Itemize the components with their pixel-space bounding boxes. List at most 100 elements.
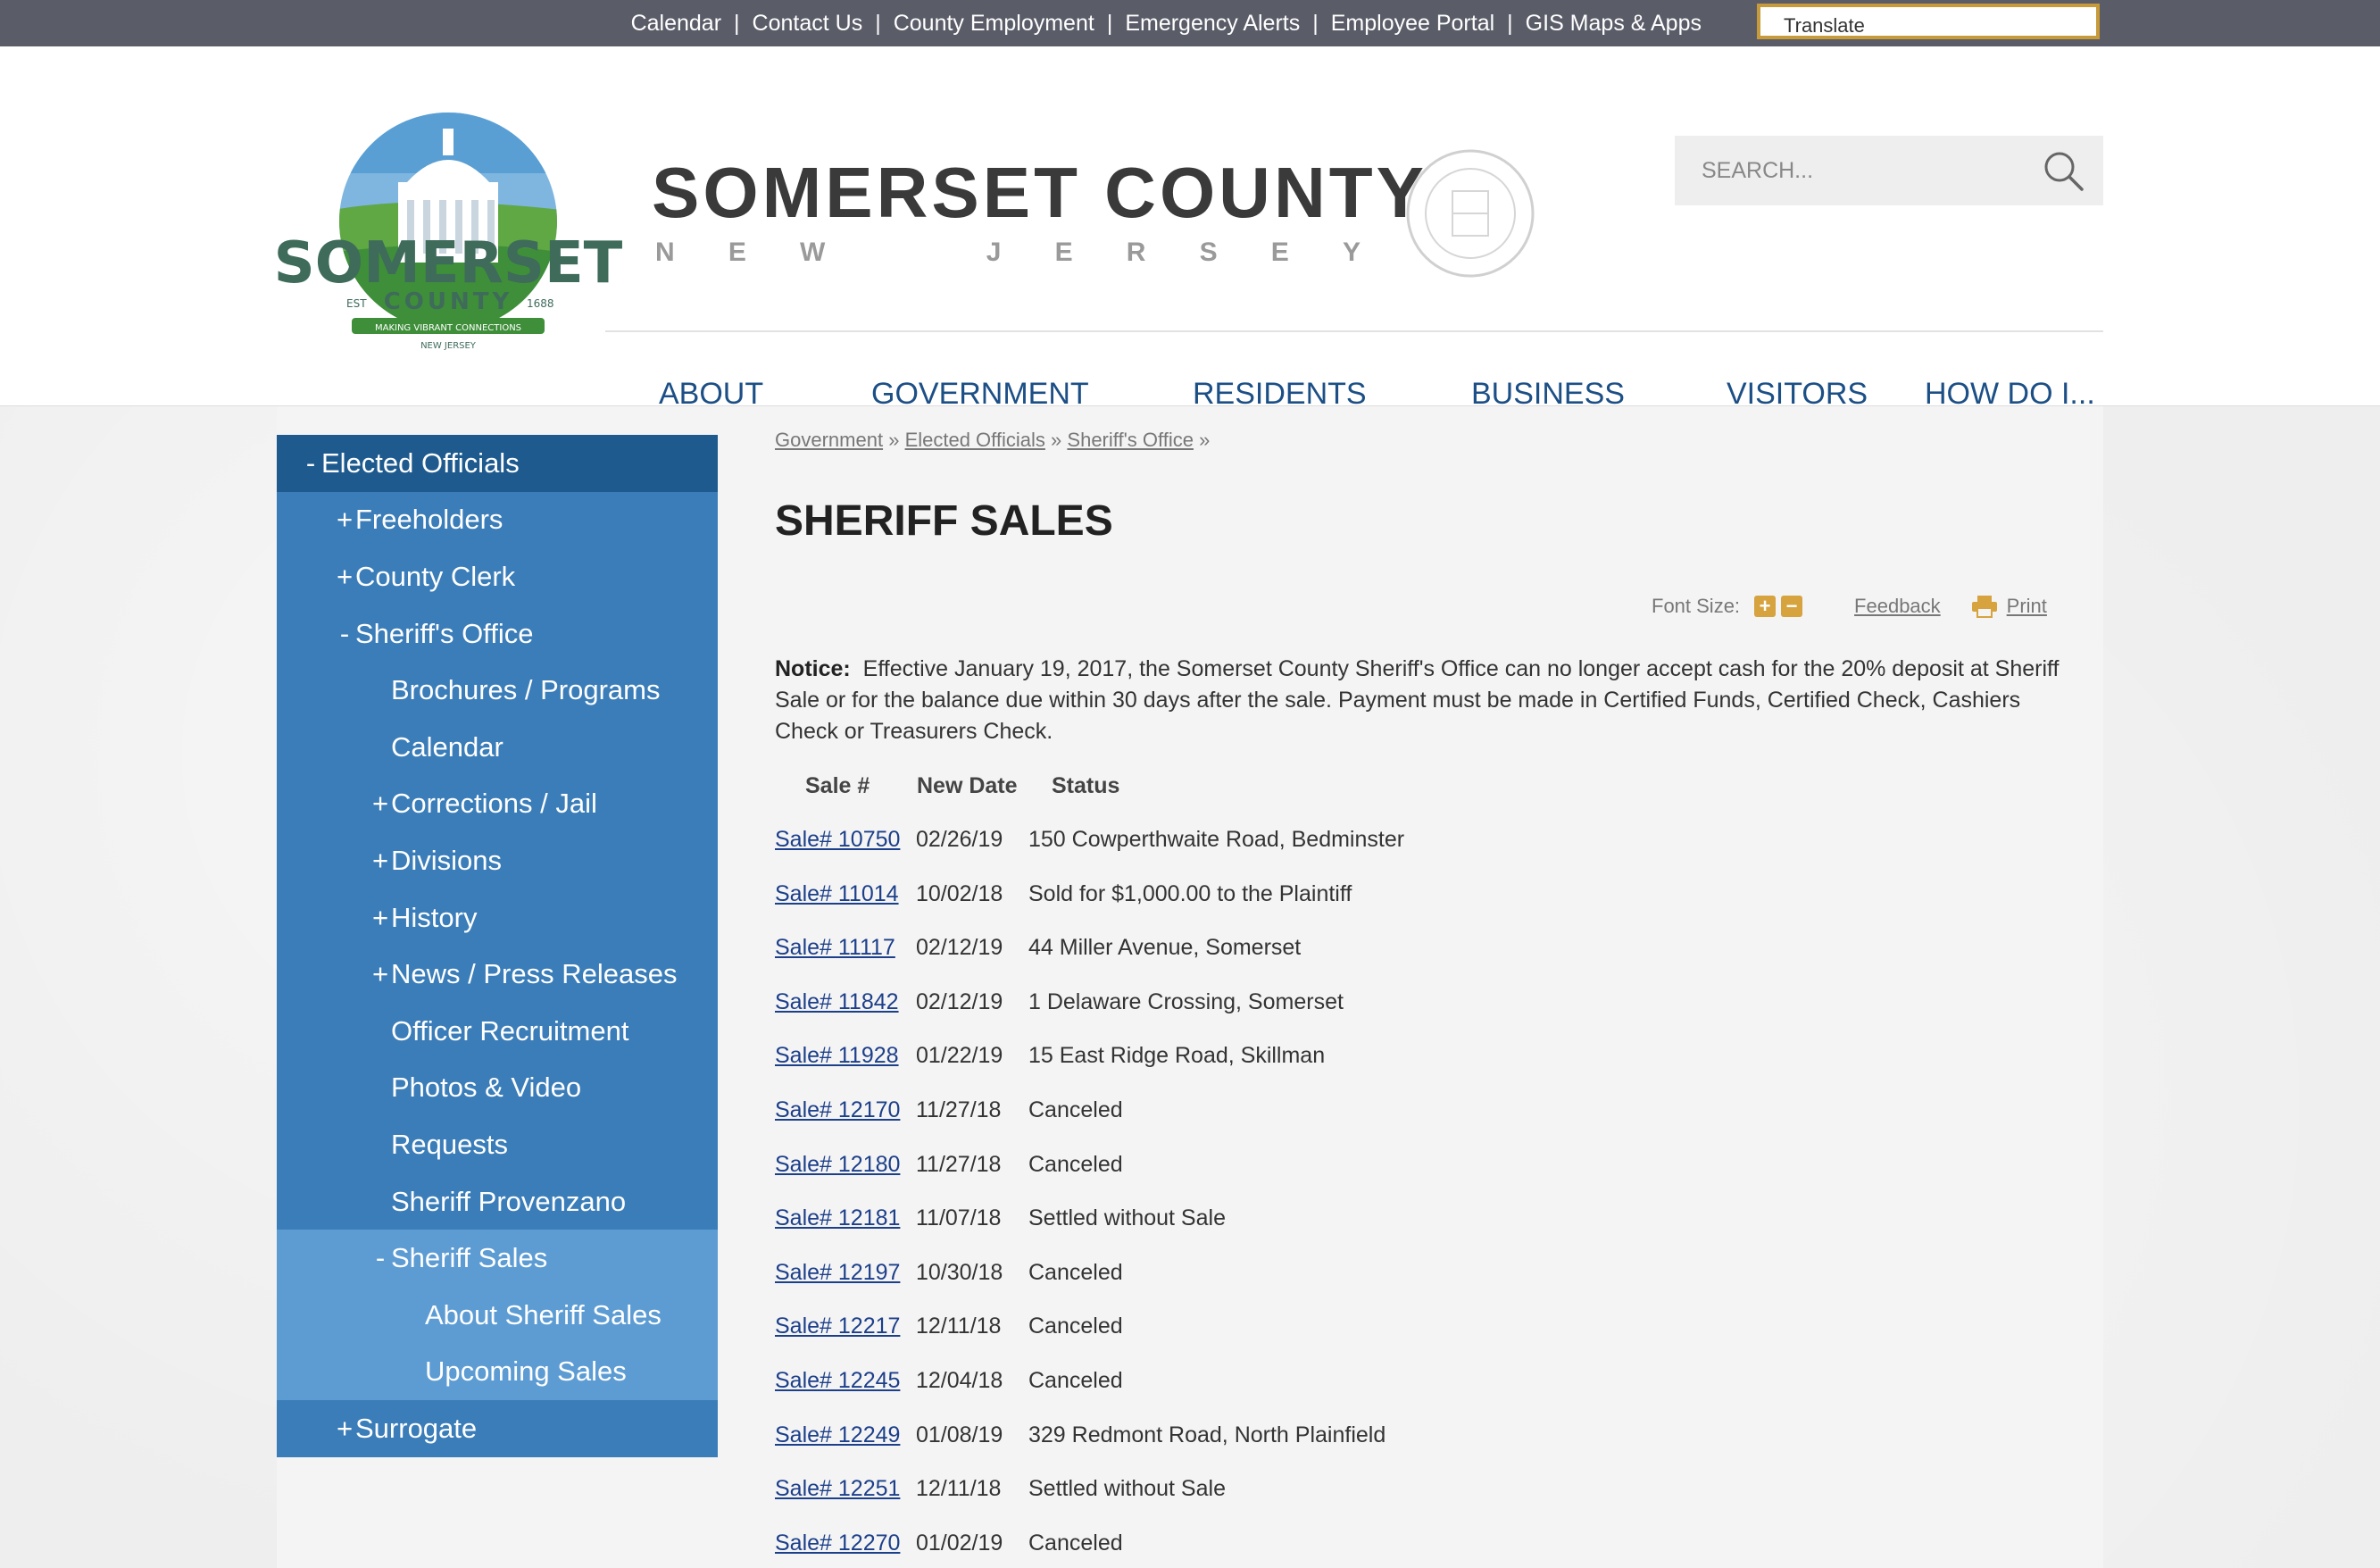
sale-link[interactable]: Sale# 12217	[775, 1314, 900, 1339]
sidebar-item-brochures[interactable]: Brochures / Programs	[277, 662, 718, 719]
sidebar-item-history[interactable]: + History	[277, 888, 718, 947]
sale-date: 11/27/18	[916, 1097, 1002, 1122]
translate-select[interactable]: Translate	[1757, 4, 2100, 39]
breadcrumb-sheriffs-office[interactable]: Sheriff's Office	[1067, 429, 1194, 451]
notice-label: Notice:	[775, 656, 851, 681]
search-icon[interactable]	[2041, 148, 2087, 195]
sidebar-item-elected-officials[interactable]: - Elected Officials	[277, 435, 718, 492]
sidebar-item-label: Officer Recruitment	[391, 1014, 629, 1047]
sale-link[interactable]: Sale# 11014	[775, 881, 899, 907]
column-header-status: Status	[1052, 773, 1120, 798]
sale-link[interactable]: Sale# 12270	[775, 1530, 900, 1556]
utility-link-county-employment[interactable]: County Employment	[894, 11, 1094, 37]
subtitle-letter: E	[1270, 238, 1289, 267]
sidebar-item-photos-video[interactable]: Photos & Video	[277, 1059, 718, 1117]
sidebar-item-sheriff-sales[interactable]: - Sheriff Sales	[277, 1230, 718, 1287]
logo-state: NEW JERSEY	[420, 341, 477, 351]
sale-link[interactable]: Sale# 12245	[775, 1368, 900, 1394]
breadcrumb: Government » Elected Officials » Sheriff…	[775, 429, 1210, 452]
site-title[interactable]: SOMERSET COUNTY	[652, 152, 1427, 234]
sale-link[interactable]: Sale# 12197	[775, 1260, 900, 1286]
sale-date: 11/07/18	[916, 1205, 1002, 1231]
sale-status: Canceled	[1028, 1368, 1123, 1393]
sale-link[interactable]: Sale# 12170	[775, 1097, 900, 1123]
sidebar-item-label: Upcoming Sales	[425, 1355, 627, 1388]
sidebar-item-label: History	[391, 901, 478, 933]
sidebar-item-freeholders[interactable]: + Freeholders	[277, 491, 718, 549]
county-logo[interactable]: SOMERSET COUNTY EST 1688 MAKING VIBRANT …	[273, 111, 623, 352]
sale-link[interactable]: Sale# 12251	[775, 1476, 900, 1502]
utility-link-emergency-alerts[interactable]: Emergency Alerts	[1125, 11, 1300, 37]
expand-icon: +	[336, 560, 354, 592]
logo-tagline: MAKING VIBRANT CONNECTIONS	[375, 323, 521, 333]
sale-status: Canceled	[1028, 1530, 1123, 1555]
sale-status: Canceled	[1028, 1097, 1123, 1122]
search-input[interactable]	[1675, 136, 2032, 205]
sale-date: 01/22/19	[916, 1043, 1003, 1069]
sale-link[interactable]: Sale# 11928	[775, 1043, 899, 1069]
sidebar-item-label: Calendar	[391, 730, 503, 763]
sidebar-item-county-clerk[interactable]: + County Clerk	[277, 548, 718, 605]
sidebar-item-label: Brochures / Programs	[391, 674, 661, 706]
logo-text: SOMERSET	[274, 230, 623, 296]
breadcrumb-separator: »	[888, 429, 900, 451]
sidebar-nav: - Elected Officials + Freeholders + County …	[277, 435, 718, 1457]
subtitle-letter: N	[655, 238, 675, 267]
page-title: SHERIFF SALES	[775, 497, 1113, 545]
sale-link[interactable]: Sale# 11117	[775, 935, 895, 961]
sidebar-item-label: Sheriff's Office	[355, 617, 534, 649]
subtitle-letter: E	[1054, 238, 1073, 267]
sale-date: 02/12/19	[916, 988, 1003, 1014]
sidebar-item-label: Sheriff Provenzano	[391, 1185, 627, 1217]
sale-link[interactable]: Sale# 12181	[775, 1205, 900, 1231]
sidebar-item-divisions[interactable]: + Divisions	[277, 832, 718, 889]
sidebar-item-about-sheriff-sales[interactable]: About Sheriff Sales	[277, 1286, 718, 1344]
sale-status: Settled without Sale	[1028, 1205, 1226, 1231]
sale-status: 150 Cowperthwaite Road, Bedminster	[1028, 827, 1405, 852]
utility-separator: |	[1507, 10, 1513, 36]
breadcrumb-government[interactable]: Government	[775, 429, 883, 451]
sidebar-item-news-press[interactable]: + News / Press Releases	[277, 946, 718, 1003]
sidebar-item-label: Freeholders	[355, 504, 503, 536]
sale-link[interactable]: Sale# 10750	[775, 827, 900, 853]
sale-status: Canceled	[1028, 1314, 1123, 1339]
sidebar-item-label: About Sheriff Sales	[425, 1298, 662, 1330]
notice-body: Effective January 19, 2017, the Somerset…	[775, 656, 2060, 744]
sidebar-item-label: Sheriff Sales	[391, 1242, 548, 1274]
utility-separator: |	[1312, 10, 1319, 36]
sale-link[interactable]: Sale# 12180	[775, 1152, 900, 1178]
utility-link-employee-portal[interactable]: Employee Portal	[1331, 11, 1494, 37]
column-header-new-date: New Date	[917, 773, 1018, 798]
font-increase-icon[interactable]: +	[1754, 596, 1777, 617]
utility-link-gis-maps[interactable]: GIS Maps & Apps	[1526, 11, 1702, 37]
sidebar-item-label: Divisions	[391, 844, 503, 876]
print-icon[interactable]	[1971, 595, 1998, 618]
breadcrumb-elected-officials[interactable]: Elected Officials	[905, 429, 1045, 451]
print-link[interactable]: Print	[2007, 595, 2047, 618]
logo-year: 1688	[527, 297, 554, 310]
utility-link-contact-us[interactable]: Contact Us	[753, 11, 863, 37]
expand-icon: +	[371, 958, 389, 990]
breadcrumb-separator: »	[1199, 429, 1211, 451]
sidebar-item-calendar[interactable]: Calendar	[277, 718, 718, 776]
sidebar-item-requests[interactable]: Requests	[277, 1116, 718, 1173]
sidebar-item-sheriffs-office[interactable]: - Sheriff's Office	[277, 605, 718, 663]
sidebar-item-corrections-jail[interactable]: + Corrections / Jail	[277, 775, 718, 833]
font-decrease-icon[interactable]: −	[1781, 596, 1803, 617]
collapse-icon: -	[339, 617, 350, 649]
expand-icon: +	[371, 901, 389, 933]
sale-status: Canceled	[1028, 1259, 1123, 1285]
sidebar-item-surrogate[interactable]: + Surrogate	[277, 1400, 718, 1457]
sale-status: Settled without Sale	[1028, 1476, 1226, 1502]
sale-status: Sold for $1,000.00 to the Plaintiff	[1028, 880, 1352, 906]
collapse-icon: -	[305, 446, 316, 479]
sale-date: 02/12/19	[916, 935, 1003, 961]
sale-link[interactable]: Sale# 12249	[775, 1422, 900, 1448]
utility-link-calendar[interactable]: Calendar	[631, 11, 721, 37]
sale-date: 12/11/18	[916, 1476, 1002, 1502]
sidebar-item-officer-recruitment[interactable]: Officer Recruitment	[277, 1002, 718, 1060]
sidebar-item-upcoming-sales[interactable]: Upcoming Sales	[277, 1343, 718, 1401]
sale-link[interactable]: Sale# 11842	[775, 989, 899, 1015]
feedback-link[interactable]: Feedback	[1854, 595, 1941, 618]
sidebar-item-sheriff-provenzano[interactable]: Sheriff Provenzano	[277, 1172, 718, 1230]
